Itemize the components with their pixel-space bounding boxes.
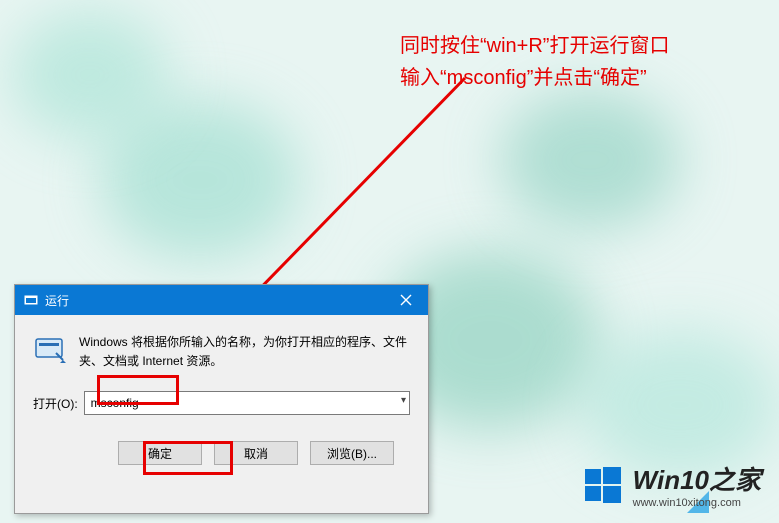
open-input[interactable] — [84, 391, 410, 415]
run-dialog-icon — [33, 333, 67, 367]
close-icon — [400, 294, 412, 306]
annotation-line-2: 输入“msconfig”并点击“确定” — [400, 62, 669, 94]
ok-button[interactable]: 确定 — [118, 441, 202, 465]
annotation-text: 同时按住“win+R”打开运行窗口 输入“msconfig”并点击“确定” — [400, 30, 669, 94]
browse-button[interactable]: 浏览(B)... — [310, 441, 394, 465]
windows-logo-icon — [583, 465, 623, 505]
dialog-title: 运行 — [45, 292, 384, 309]
open-label: 打开(O): — [33, 395, 78, 412]
dialog-description: Windows 将根据你所输入的名称，为你打开相应的程序、文件夹、文档或 Int… — [79, 333, 410, 371]
annotation-line-1: 同时按住“win+R”打开运行窗口 — [400, 30, 669, 62]
open-combobox[interactable]: ▾ — [84, 391, 410, 415]
watermark-brand: Win10之家 — [633, 460, 761, 497]
titlebar: 运行 — [15, 285, 428, 315]
watermark: Win10之家 www.win10xitong.com — [583, 460, 761, 509]
run-dialog: 运行 Windows 将根据你所输入的名称，为你打开相应的程序、文件夹、文档或 … — [14, 284, 429, 514]
watermark-url: www.win10xitong.com — [633, 497, 741, 509]
cancel-button[interactable]: 取消 — [214, 441, 298, 465]
run-title-icon — [23, 292, 39, 308]
close-button[interactable] — [384, 285, 428, 315]
